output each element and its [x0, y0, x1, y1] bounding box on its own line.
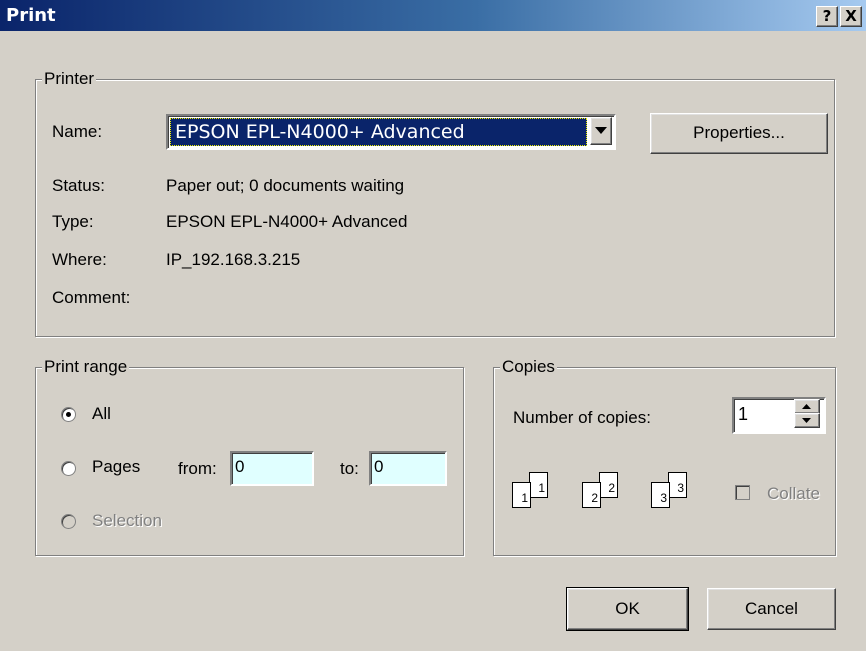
status-value: Paper out; 0 documents waiting: [166, 176, 405, 195]
status-label: Status:: [52, 176, 105, 195]
all-label[interactable]: All: [92, 404, 111, 424]
printer-name-select[interactable]: EPSON EPL-N4000+ Advanced: [166, 114, 616, 150]
type-label: Type:: [52, 212, 94, 231]
printer-group-legend: Printer: [42, 69, 97, 89]
copies-legend: Copies: [500, 357, 557, 377]
from-input[interactable]: 0: [230, 451, 314, 486]
to-input[interactable]: 0: [369, 451, 447, 486]
ok-button-label: OK: [615, 599, 640, 618]
printer-name-selection: EPSON EPL-N4000+ Advanced: [170, 118, 587, 146]
all-radio[interactable]: [61, 407, 76, 422]
from-label: from:: [178, 459, 217, 478]
pages-radio[interactable]: [61, 461, 76, 476]
title-bar[interactable]: Print ? X: [0, 0, 866, 31]
properties-button[interactable]: Properties...: [650, 113, 828, 154]
printer-name-value: EPSON EPL-N4000+ Advanced: [175, 121, 465, 143]
from-input-value: 0: [235, 457, 245, 476]
collate-checkbox[interactable]: [735, 485, 750, 500]
copies-spinner-value: 1: [738, 404, 749, 424]
spin-down-button[interactable]: [794, 413, 820, 428]
arrow-up-icon: [802, 404, 811, 409]
window-title: Print: [6, 5, 56, 26]
name-label: Name:: [52, 122, 103, 141]
spin-up-button[interactable]: [794, 399, 820, 414]
page-icon: 3: [651, 482, 670, 508]
where-label: Where:: [52, 250, 107, 269]
page-icon: 1: [529, 472, 548, 498]
chevron-down-icon: [595, 127, 607, 134]
collate-illustration: 1 1 2 2 3 3: [512, 472, 732, 512]
page-icon: 1: [512, 482, 531, 508]
copies-group: Copies: [493, 357, 836, 556]
help-icon: ?: [822, 7, 832, 25]
comment-label: Comment:: [52, 288, 131, 307]
help-button[interactable]: ?: [816, 6, 838, 27]
copies-spinner[interactable]: 1: [732, 397, 826, 434]
type-value: EPSON EPL-N4000+ Advanced: [166, 212, 408, 231]
to-label: to:: [340, 459, 359, 478]
page-icon: 2: [582, 482, 601, 508]
cancel-button[interactable]: Cancel: [707, 588, 836, 630]
number-of-copies-label: Number of copies:: [513, 408, 651, 427]
properties-button-label: Properties...: [693, 123, 785, 142]
cancel-button-label: Cancel: [745, 599, 798, 618]
arrow-down-icon: [802, 418, 811, 423]
close-icon: X: [845, 7, 857, 25]
page-icon: 2: [599, 472, 618, 498]
close-button[interactable]: X: [840, 6, 862, 27]
print-range-legend: Print range: [42, 357, 130, 377]
selection-radio[interactable]: [61, 514, 76, 529]
page-icon: 3: [668, 472, 687, 498]
to-input-value: 0: [374, 457, 384, 476]
where-value: IP_192.168.3.215: [166, 250, 301, 269]
selection-label[interactable]: Selection: [92, 511, 162, 531]
collate-label[interactable]: Collate: [767, 484, 820, 504]
dropdown-button[interactable]: [590, 117, 612, 145]
pages-label[interactable]: Pages: [92, 457, 140, 477]
ok-button[interactable]: OK: [566, 587, 689, 631]
